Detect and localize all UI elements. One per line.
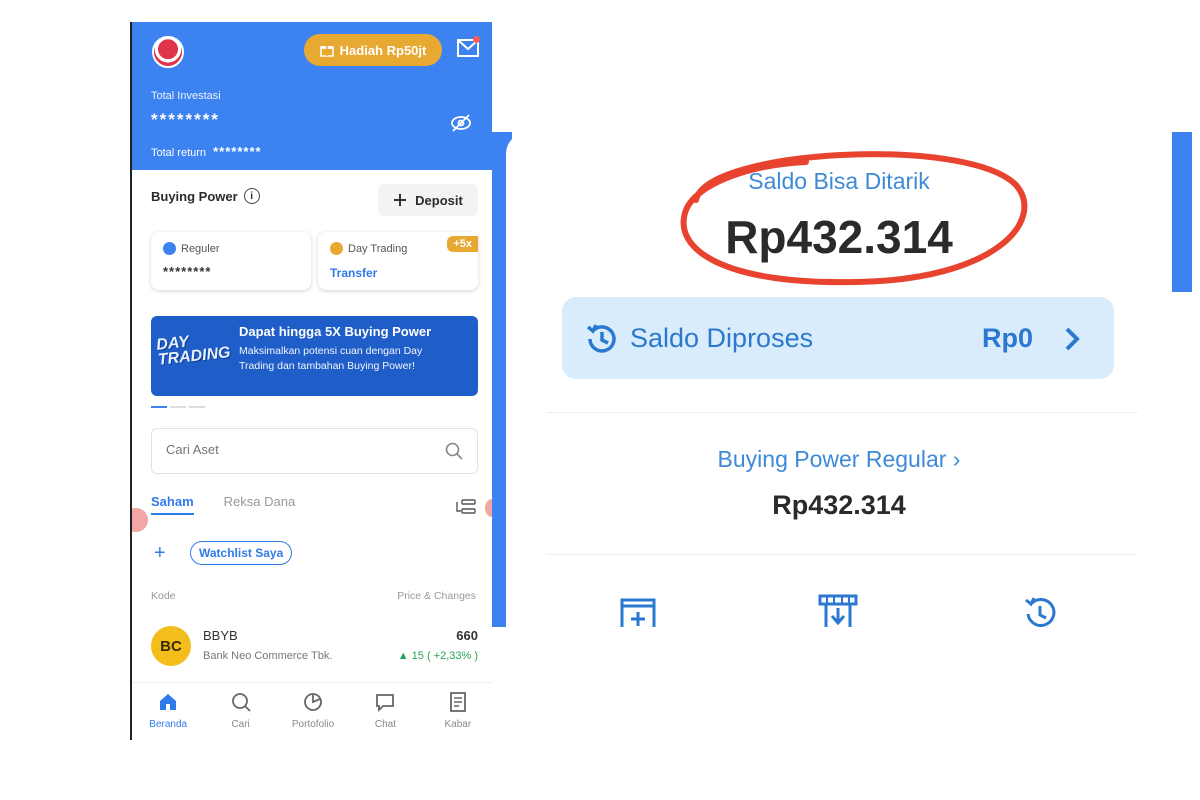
zoomed-balance-panel: Saldo Bisa Ditarik Rp432.314 Saldo Dipro… [492,132,1200,627]
column-header-price: Price & Changes [397,590,476,602]
buying-power-label: Buying Power [151,188,238,204]
highlight-circle-annotation [680,151,1028,286]
deposit-button[interactable]: Deposit [378,184,478,216]
asset-tabs: Saham Reksa Dana [151,494,295,515]
nav-chat[interactable]: Chat [349,683,421,740]
tab-saham[interactable]: Saham [151,494,194,515]
reward-button[interactable]: Hadiah Rp50jt [304,34,442,66]
gift-icon [319,46,334,57]
total-return-value: ******** [213,144,262,159]
withdraw-icon[interactable] [818,592,858,627]
transaction-history-icon[interactable] [1020,592,1060,627]
stock-price: 660 [456,628,478,643]
reguler-value: ******** [163,264,212,279]
news-icon [449,692,466,712]
search-input[interactable] [166,442,416,457]
day-trading-label: Day Trading [348,242,408,255]
nav-chat-label: Chat [374,719,396,730]
plus-icon [394,194,407,206]
nav-cari-label: Cari [231,719,250,730]
total-return-label: Total return [151,147,207,159]
multiplier-badge: +5x [447,236,478,252]
nav-beranda[interactable]: Beranda [132,683,204,740]
stock-row[interactable]: BC BBYB Bank Neo Commerce Tbk. 660 ▲ 15 … [151,624,478,674]
mobile-app-screen: Hadiah Rp50jt Total Investasi ******** T… [130,22,492,740]
reguler-label: Reguler [181,242,220,255]
portfolio-header: Hadiah Rp50jt Total Investasi ******** T… [132,22,492,170]
stock-name: Bank Neo Commerce Tbk. [203,650,333,662]
eye-off-icon[interactable] [450,112,472,134]
reguler-card[interactable]: Reguler ******** [151,232,311,290]
notification-dot [473,36,480,43]
divider [546,412,1138,413]
deposit-button-label: Deposit [415,192,463,208]
reward-button-label: Hadiah Rp50jt [339,42,427,58]
nav-portofolio[interactable]: Portofolio [277,683,349,740]
reguler-icon [163,242,176,255]
overlay-edge-marker-right [485,499,492,517]
total-investasi-label: Total Investasi [151,90,221,102]
home-icon [160,694,177,710]
promo-description: Maksimalkan potensi cuan dengan Day Trad… [239,345,423,372]
history-icon [586,324,616,353]
header-band-right [1172,132,1192,292]
list-settings-icon[interactable] [456,498,476,516]
bottom-navigation: Beranda Cari Portofolio Chat Kabar [132,682,492,740]
transfer-link[interactable]: Transfer [330,266,377,280]
promo-title: Dapat hingga 5X Buying Power [239,324,432,339]
search-icon[interactable] [445,442,463,460]
nav-kabar-label: Kabar [444,719,472,730]
day-trading-icon [330,242,343,255]
buying-power-regular-link[interactable]: Buying Power Regular › [506,446,1172,473]
column-header-code: Kode [151,590,176,602]
nav-kabar[interactable]: Kabar [422,683,492,740]
stock-code: BBYB [203,628,238,643]
pie-chart-icon [304,693,322,711]
search-icon [231,693,251,712]
info-icon[interactable]: i [243,188,260,204]
carousel-indicator [151,406,205,408]
nav-cari[interactable]: Cari [204,683,276,740]
chat-icon [376,694,395,713]
stock-change: ▲ 15 ( +2,33% ) [397,650,478,662]
add-watchlist-icon[interactable]: + [154,542,166,565]
nav-beranda-label: Beranda [149,719,188,730]
deposit-icon[interactable] [618,592,658,627]
chevron-right-icon: › [952,446,961,472]
buying-power-regular-label: Buying Power Regular [717,446,947,472]
search-box[interactable] [151,428,478,474]
processing-balance-label: Saldo Diproses [630,323,814,353]
overlay-edge-marker [132,508,148,532]
app-logo [152,36,184,68]
watchlist-chip[interactable]: Watchlist Saya [190,541,293,565]
tab-reksa-dana[interactable]: Reksa Dana [224,494,296,515]
processing-balance-value: Rp0 [982,323,1034,353]
balance-card: Saldo Bisa Ditarik Rp432.314 Saldo Dipro… [506,132,1172,627]
day-trading-card[interactable]: Day Trading Transfer +5x [318,232,478,290]
processing-balance-row[interactable]: Saldo Diproses Rp0 [562,297,1114,379]
nav-portofolio-label: Portofolio [291,719,335,730]
total-investasi-value: ******** [151,110,220,129]
day-trading-artwork: DAY TRADING [156,330,232,368]
stock-logo: BC [151,626,191,666]
day-trading-promo-banner[interactable]: DAY TRADING Dapat hingga 5X Buying Power … [151,316,478,396]
chevron-right-icon [1065,327,1080,351]
total-return: Total return ******** [151,144,262,159]
buying-power-regular-value: Rp432.314 [772,490,906,520]
buying-power-heading: Buying Power i [151,188,260,204]
divider [546,554,1138,555]
